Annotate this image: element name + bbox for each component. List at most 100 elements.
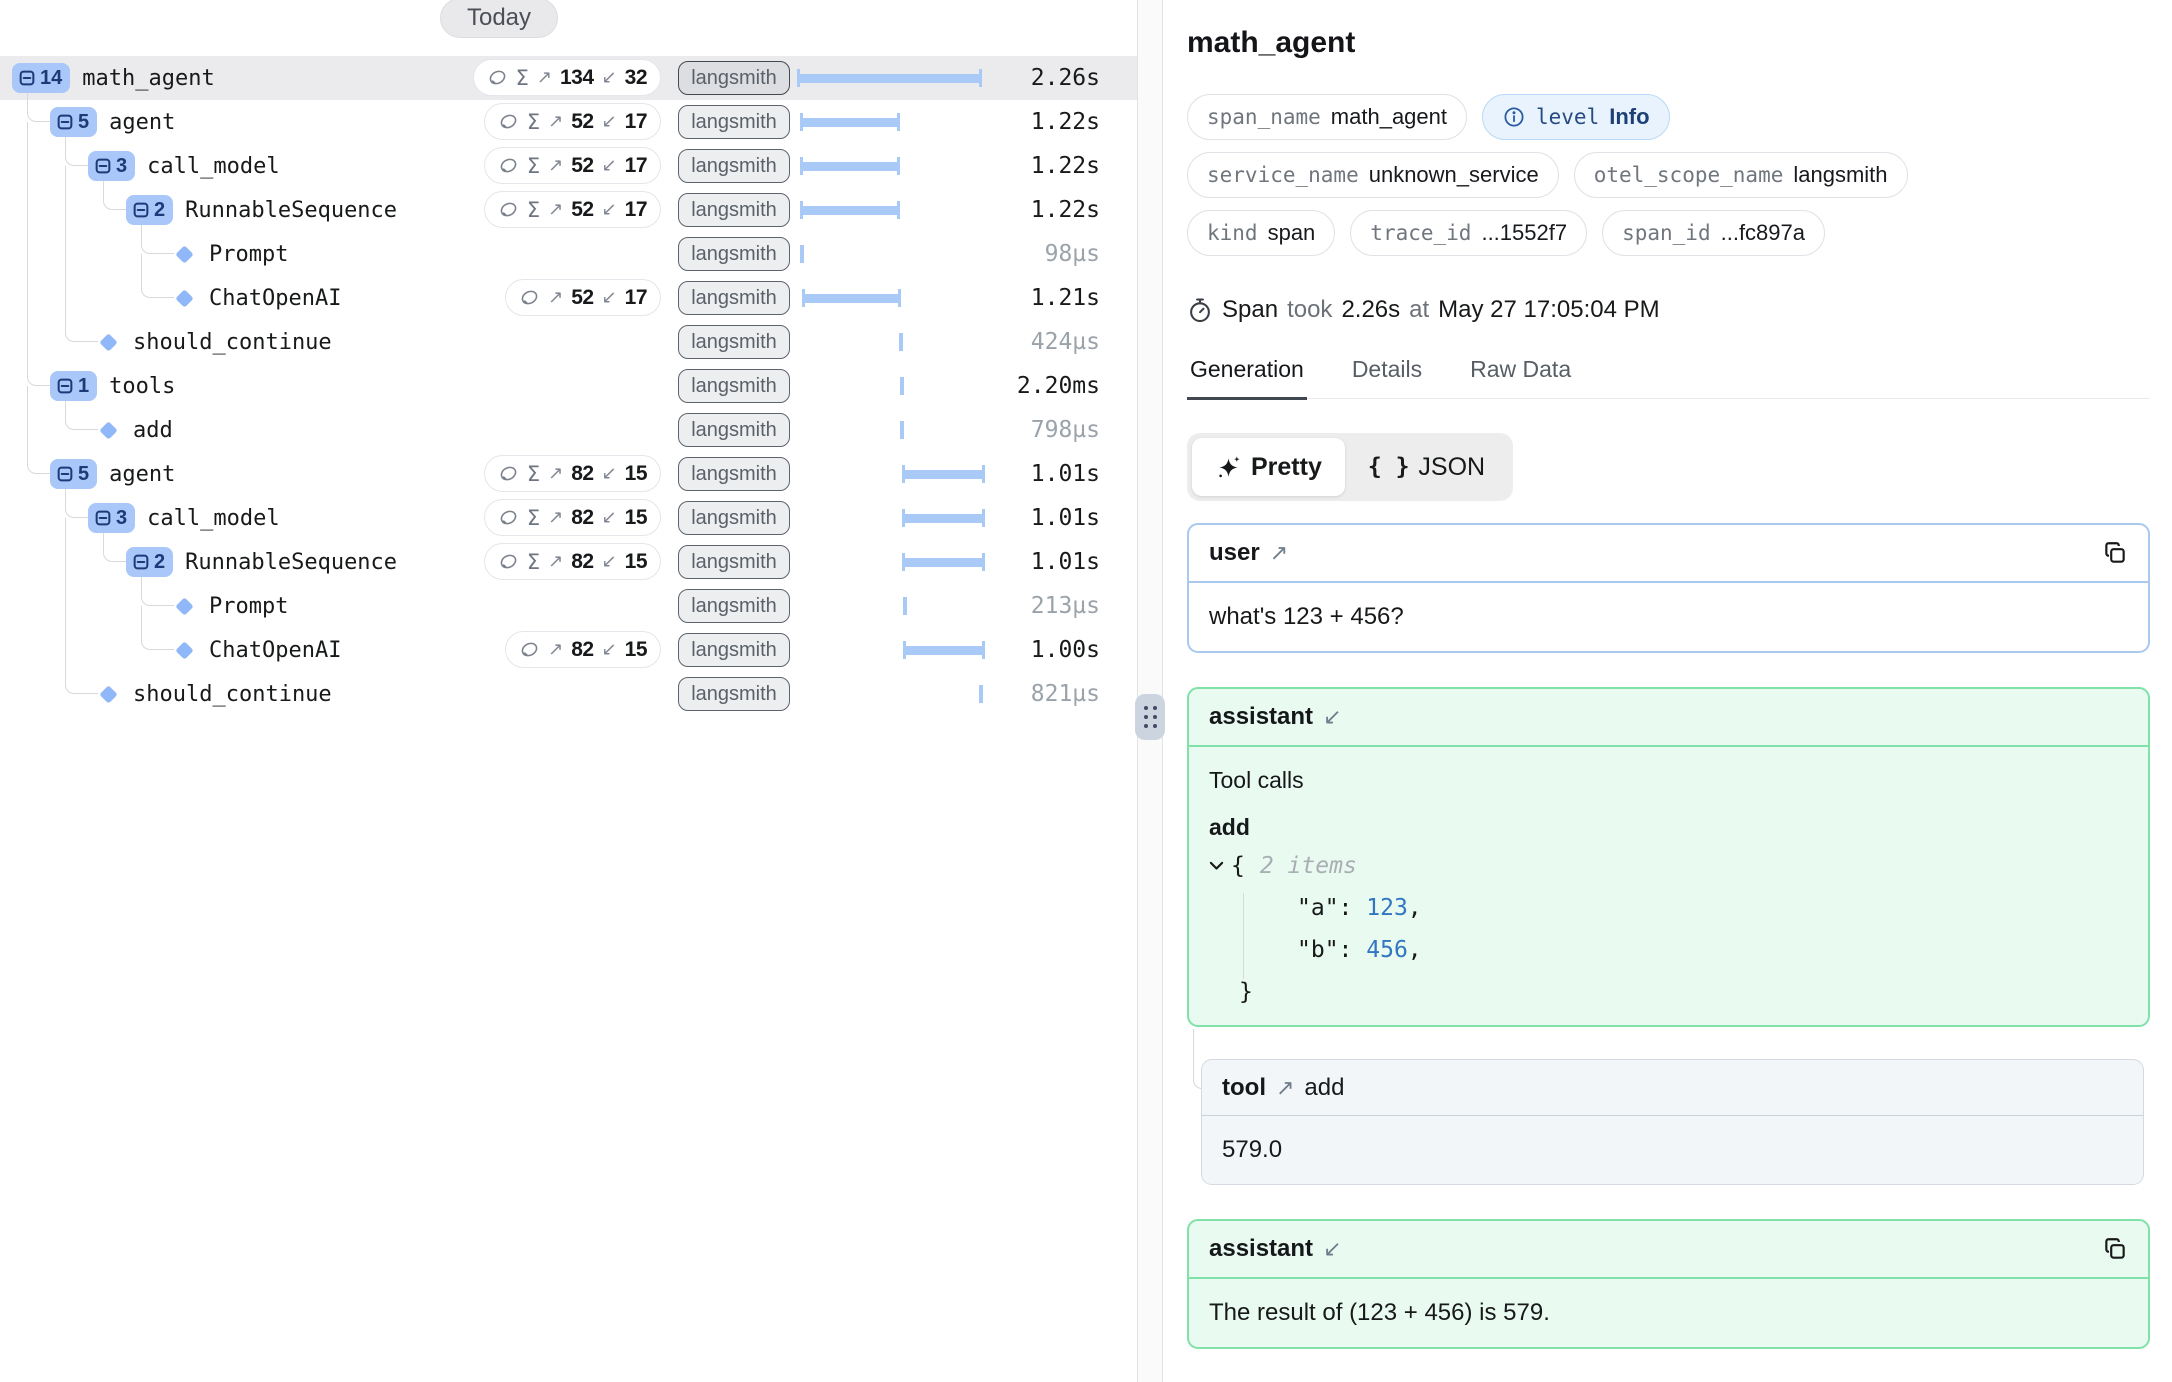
tree-row-Prompt[interactable]: Promptlangsmith213µs bbox=[0, 584, 1137, 628]
tool-result-text: 579.0 bbox=[1202, 1116, 2143, 1184]
collapse-toggle[interactable]: 5 bbox=[50, 459, 97, 489]
tree-row-tools[interactable]: 1toolslangsmith2.20ms bbox=[0, 364, 1137, 408]
tree-row-should_continue[interactable]: should_continuelangsmith821µs bbox=[0, 672, 1137, 716]
json-toggle-button[interactable]: { } JSON bbox=[1345, 438, 1508, 496]
tree-row-add[interactable]: add langsmith 798µs bbox=[0, 408, 1137, 452]
collapse-toggle[interactable]: 2 bbox=[126, 547, 173, 577]
output-tokens-arrow-icon: ↙ bbox=[602, 155, 617, 176]
span-name: call_model bbox=[147, 506, 279, 531]
attribute-pill-kind: kindspan bbox=[1187, 210, 1335, 256]
outgoing-arrow-icon: ↗ bbox=[1270, 540, 1288, 566]
user-message-header: user ↗ bbox=[1189, 525, 2148, 583]
collapse-toggle[interactable]: 3 bbox=[88, 151, 135, 181]
duration-label: 1.21s bbox=[1031, 276, 1100, 320]
pill-row: kindspan trace_id...1552f7 span_id...fc897… bbox=[1187, 210, 2150, 256]
span-name: math_agent bbox=[82, 66, 214, 91]
pill-row: service_nameunknown_service otel_scope_na… bbox=[1187, 152, 2150, 198]
input-tokens-arrow-icon: ↗ bbox=[548, 111, 563, 132]
span-name: ChatOpenAI bbox=[209, 638, 341, 663]
token-count-badge: ↗82↙15 bbox=[505, 631, 661, 668]
collapse-toggle[interactable]: 1 bbox=[50, 371, 97, 401]
tab-raw-data[interactable]: Raw Data bbox=[1467, 356, 1574, 398]
tool-call-name: add bbox=[1209, 814, 2128, 841]
pretty-toggle-button[interactable]: Pretty bbox=[1192, 438, 1345, 496]
tree-row-agent[interactable]: 5agentΣ↗82↙15langsmith1.01s bbox=[0, 452, 1137, 496]
span-name: tools bbox=[109, 374, 175, 399]
tab-generation[interactable]: Generation bbox=[1187, 356, 1307, 398]
tree-row-agent[interactable]: 5agentΣ↗52↙17langsmith1.22s bbox=[0, 100, 1137, 144]
collapse-toggle[interactable]: 5 bbox=[50, 107, 97, 137]
tree-row-ChatOpenAI[interactable]: ChatOpenAI↗52↙17langsmith1.21s bbox=[0, 276, 1137, 320]
assistant-toolcall-card: assistant ↙ Tool calls add { 2 items "a"… bbox=[1187, 687, 2150, 1027]
langsmith-tag: langsmith bbox=[678, 325, 790, 359]
token-count-badge: Σ↗82↙15 bbox=[484, 499, 661, 536]
collapse-toggle[interactable]: 14 bbox=[12, 63, 70, 93]
sigma-icon: Σ bbox=[527, 462, 540, 486]
tree-row-ChatOpenAI[interactable]: ChatOpenAI↗82↙15langsmith1.00s bbox=[0, 628, 1137, 672]
span-name: should_continue bbox=[133, 330, 332, 355]
output-tokens-arrow-icon: ↙ bbox=[602, 551, 617, 572]
timeline-bar bbox=[797, 540, 987, 584]
input-tokens-arrow-icon: ↗ bbox=[548, 551, 563, 572]
sigma-icon: Σ bbox=[516, 66, 529, 90]
attribute-pill-trace_id: trace_id...1552f7 bbox=[1350, 210, 1587, 256]
langsmith-tag: langsmith bbox=[678, 105, 790, 139]
incoming-arrow-icon: ↙ bbox=[1323, 1236, 1341, 1262]
duration-label: 1.01s bbox=[1031, 540, 1100, 584]
timeline-bar bbox=[797, 496, 987, 540]
input-tokens-arrow-icon: ↗ bbox=[548, 463, 563, 484]
leaf-diamond-icon bbox=[175, 245, 193, 263]
attribute-pill-service_name: service_nameunknown_service bbox=[1187, 152, 1559, 198]
page-title: math_agent bbox=[1187, 26, 2150, 60]
output-tokens-arrow-icon: ↙ bbox=[602, 639, 617, 660]
stopwatch-icon bbox=[1187, 297, 1213, 323]
panel-resizer[interactable] bbox=[1137, 0, 1163, 1382]
attribute-pill-span_name: span_namemath_agent bbox=[1187, 94, 1467, 140]
output-tokens-arrow-icon: ↙ bbox=[602, 67, 617, 88]
duration-label: 1.22s bbox=[1031, 188, 1100, 232]
assistant-final-text: The result of (123 + 456) is 579. bbox=[1189, 1279, 2148, 1347]
copy-button[interactable] bbox=[2102, 1236, 2128, 1262]
duration-label: 798µs bbox=[1031, 408, 1100, 452]
tree-row-math_agent[interactable]: 14math_agentΣ↗134↙32langsmith2.26s bbox=[0, 56, 1137, 100]
collapse-toggle[interactable]: 3 bbox=[88, 503, 135, 533]
tree-row-call_model[interactable]: 3call_modelΣ↗52↙17langsmith1.22s bbox=[0, 144, 1137, 188]
chevron-down-icon[interactable] bbox=[1209, 861, 1224, 871]
json-indent-guide bbox=[1243, 893, 1244, 979]
json-entry: "b": 456, bbox=[1297, 937, 2128, 963]
coin-icon bbox=[519, 287, 540, 308]
langsmith-tag: langsmith bbox=[678, 633, 790, 667]
json-entry: "a": 123, bbox=[1297, 895, 2128, 921]
token-count-badge: Σ↗82↙15 bbox=[484, 455, 661, 492]
input-tokens-arrow-icon: ↗ bbox=[548, 639, 563, 660]
timeline-bar bbox=[797, 584, 987, 628]
span-name: add bbox=[133, 418, 173, 443]
timeline-bar bbox=[797, 56, 987, 100]
attribute-pill-otel_scope_name: otel_scope_namelangsmith bbox=[1574, 152, 1908, 198]
tool-args-json: { 2 items "a": 123,"b": 456, } bbox=[1209, 853, 2128, 1005]
tree-row-Prompt[interactable]: Promptlangsmith98µs bbox=[0, 232, 1137, 276]
sparkle-icon bbox=[1215, 454, 1242, 481]
span-name: call_model bbox=[147, 154, 279, 179]
today-button[interactable]: Today bbox=[440, 0, 558, 38]
attribute-pill-span_id: span_id...fc897a bbox=[1602, 210, 1825, 256]
detail-tabs: Generation Details Raw Data bbox=[1187, 356, 2150, 399]
langsmith-tag: langsmith bbox=[678, 413, 790, 447]
drag-handle-icon[interactable] bbox=[1135, 694, 1165, 740]
tab-details[interactable]: Details bbox=[1349, 356, 1425, 398]
tree-row-RunnableSequence[interactable]: 2RunnableSequenceΣ↗52↙17langsmith1.22s bbox=[0, 188, 1137, 232]
curly-braces-icon: { } bbox=[1368, 454, 1410, 480]
tree-row-call_model[interactable]: 3call_modelΣ↗82↙15langsmith1.01s bbox=[0, 496, 1137, 540]
tree-row-RunnableSequence[interactable]: 2RunnableSequenceΣ↗82↙15langsmith1.01s bbox=[0, 540, 1137, 584]
token-count-badge: Σ↗52↙17 bbox=[484, 147, 661, 184]
sigma-icon: Σ bbox=[527, 506, 540, 530]
sigma-icon: Σ bbox=[527, 198, 540, 222]
collapse-toggle[interactable]: 2 bbox=[126, 195, 173, 225]
duration-label: 1.22s bbox=[1031, 144, 1100, 188]
coin-icon bbox=[487, 67, 508, 88]
langsmith-tag: langsmith bbox=[678, 369, 790, 403]
copy-button[interactable] bbox=[2102, 540, 2128, 566]
duration-label: 213µs bbox=[1031, 584, 1100, 628]
tree-row-should_continue[interactable]: should_continuelangsmith424µs bbox=[0, 320, 1137, 364]
coin-icon bbox=[498, 155, 519, 176]
